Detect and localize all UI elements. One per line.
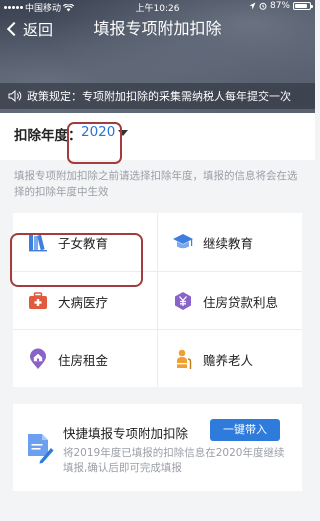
category-label: 住房贷款利息 — [203, 294, 279, 310]
quick-fill-description: 将2019年度已填报的扣除信息在2020年度继续填报,确认后即可完成填报 — [63, 447, 285, 474]
alarm-icon — [259, 2, 267, 10]
category-elderly-support[interactable]: 赡养老人 — [158, 330, 302, 388]
graduation-cap-icon — [173, 234, 193, 249]
year-highlight-annotation — [67, 122, 122, 164]
page-title: 填报专项附加扣除 — [93, 19, 222, 38]
category-label: 住房租金 — [58, 352, 109, 368]
house-pin-icon — [30, 348, 46, 369]
children-education-highlight-annotation — [10, 233, 143, 287]
battery-fill — [295, 4, 308, 8]
category-housing-rent[interactable]: 住房租金 — [13, 330, 157, 388]
policy-notice-text: 政策规定：专项附加扣除的采集需纳税人每年提交一次 — [27, 90, 291, 103]
category-label: 继续教育 — [203, 235, 254, 251]
elderly-person-icon — [177, 349, 192, 369]
header: 中国移动 上午10:26 87% 返回 填报专项附加扣除 政策规定：专项附加扣除… — [0, 0, 315, 113]
category-label: 赡养老人 — [203, 352, 254, 368]
document-edit-icon — [28, 434, 54, 464]
one-click-import-button[interactable]: 一键带入 — [210, 419, 280, 441]
nav-bar: 返回 填报专项附加扣除 — [0, 14, 315, 44]
policy-notice: 政策规定：专项附加扣除的采集需纳税人每年提交一次 — [0, 83, 315, 109]
battery-icon — [293, 2, 313, 10]
category-label: 大病医疗 — [58, 294, 109, 310]
year-hint-text: 填报专项附加扣除之前请选择扣除年度，填报的信息将会在选择的扣除年度中生效 — [14, 170, 298, 198]
battery-percent: 87% — [269, 1, 290, 11]
speaker-icon — [8, 90, 22, 102]
status-bar: 中国移动 上午10:26 87% — [0, 0, 315, 14]
category-continuing-education[interactable]: 继续教育 — [158, 213, 302, 271]
quick-fill-card: 快捷填报专项附加扣除 一键带入 将2019年度已填报的扣除信息在2020年度继续… — [13, 404, 302, 491]
medical-kit-icon — [29, 292, 47, 309]
category-housing-loan-interest[interactable]: 住房贷款利息 — [158, 272, 302, 330]
location-icon — [249, 2, 256, 10]
quick-fill-title: 快捷填报专项附加扣除 — [63, 426, 189, 441]
year-selector-row: 扣除年度： 2020 — [0, 113, 315, 160]
yuan-coin-icon — [175, 292, 191, 310]
status-right: 87% — [249, 1, 313, 11]
